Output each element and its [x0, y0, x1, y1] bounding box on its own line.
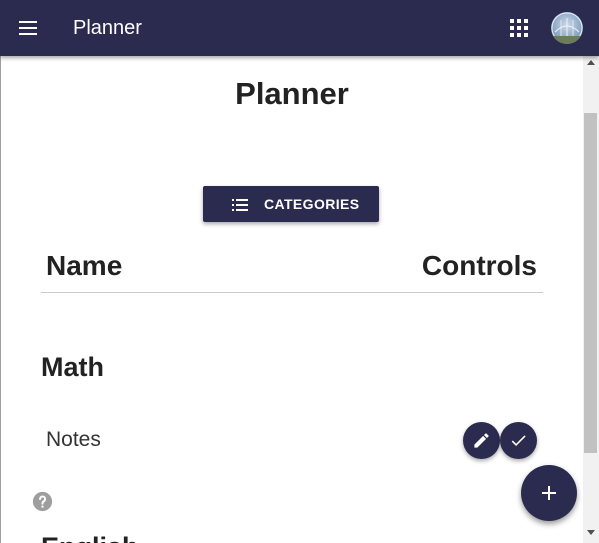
- categories-button[interactable]: CATEGORIES: [203, 186, 379, 222]
- planner-app: Planner Planner CATEGORIES Name Controls…: [0, 0, 599, 543]
- add-button[interactable]: [521, 465, 577, 521]
- categories-button-label: CATEGORIES: [264, 196, 360, 212]
- scroll-up-icon[interactable]: [587, 60, 595, 65]
- page-title: Planner: [235, 76, 349, 111]
- check-icon: [511, 435, 526, 447]
- edit-icon: [474, 433, 489, 448]
- list-item-name: Notes: [46, 428, 101, 451]
- add-icon: [542, 486, 556, 500]
- menu-icon[interactable]: [17, 18, 39, 38]
- category-title: English: [41, 530, 139, 543]
- list-icon: [232, 198, 248, 211]
- apps-icon[interactable]: [510, 19, 528, 37]
- column-header-name: Name: [46, 250, 123, 281]
- column-header-controls: Controls: [421, 250, 537, 281]
- scrollbar-thumb[interactable]: [584, 113, 597, 453]
- main-content: Planner CATEGORIES Name Controls Math No…: [1, 56, 583, 543]
- vertical-scrollbar[interactable]: [583, 56, 599, 543]
- complete-button[interactable]: [500, 422, 537, 459]
- edit-button[interactable]: [463, 422, 500, 459]
- header-divider: [41, 292, 543, 293]
- category-title: Math: [41, 352, 104, 382]
- app-title: Planner: [73, 17, 142, 39]
- help-icon[interactable]: [32, 491, 53, 512]
- app-bar: Planner: [0, 0, 599, 56]
- avatar[interactable]: [551, 12, 583, 44]
- scroll-down-icon[interactable]: [587, 530, 595, 535]
